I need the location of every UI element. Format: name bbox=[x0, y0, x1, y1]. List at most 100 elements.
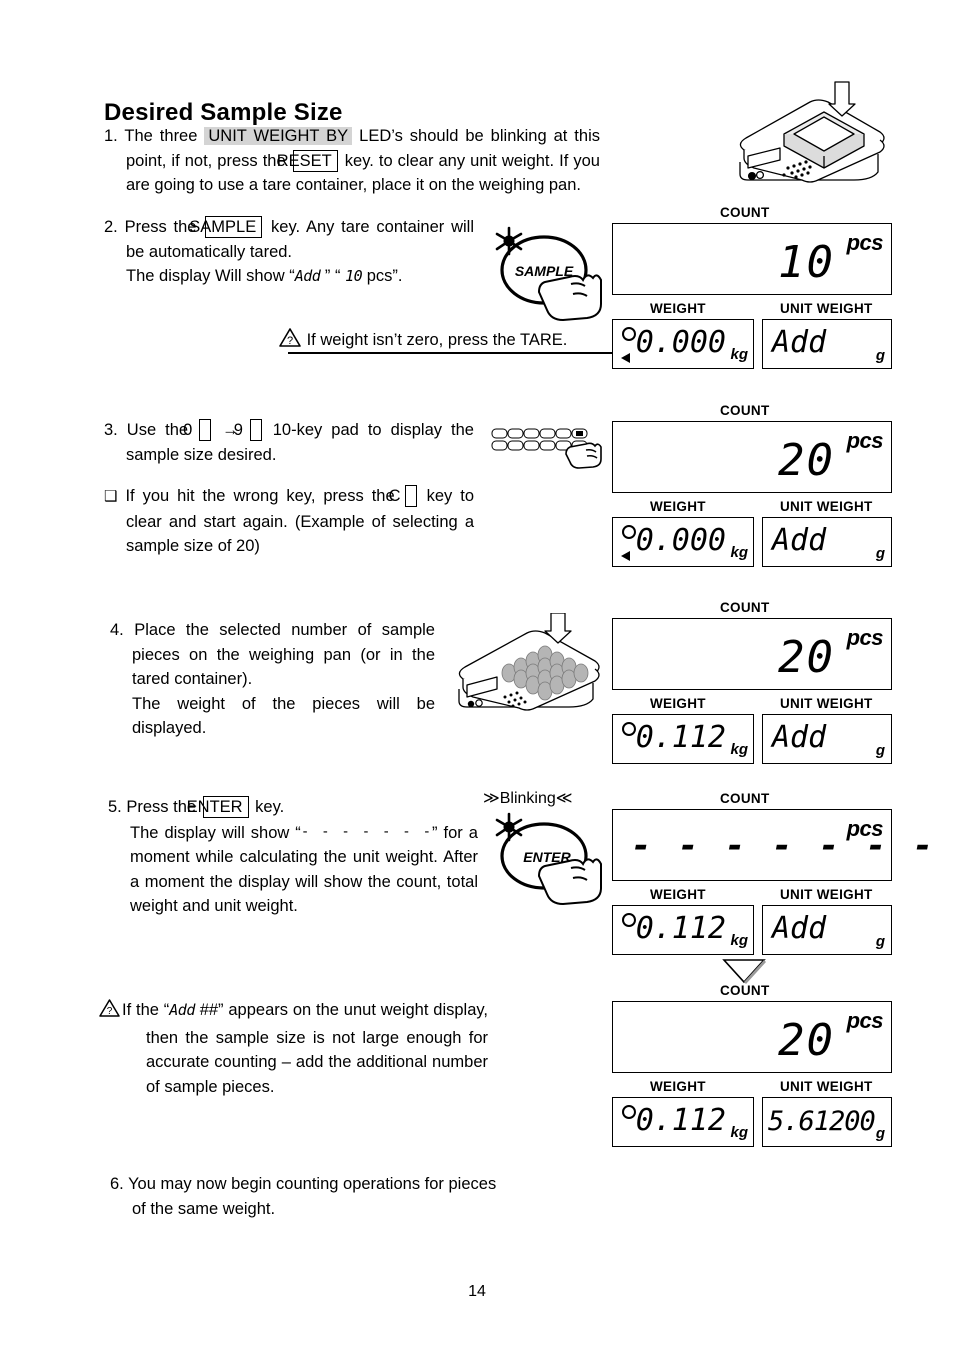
unit-weight-caption: UNIT WEIGHT bbox=[780, 301, 873, 316]
g-unit: g bbox=[875, 742, 885, 759]
step-1-text: 1. The three UNIT WEIGHT BY LED’s should… bbox=[104, 127, 600, 194]
weight-caption: WEIGHT bbox=[650, 1079, 706, 1094]
pcs-unit: pcs bbox=[846, 625, 884, 650]
scale-with-samples-illustration bbox=[443, 612, 608, 718]
count-lcd: 20 pcs bbox=[612, 1001, 892, 1073]
ten-key-pad-illustration bbox=[490, 425, 605, 475]
count-value: 10 bbox=[778, 237, 835, 288]
segment-text-10: 10 bbox=[345, 267, 363, 285]
count-caption: COUNT bbox=[720, 403, 770, 418]
unit-weight-value: Add bbox=[772, 720, 827, 755]
count-lcd: - - - - - - - pcs bbox=[612, 809, 933, 881]
kg-unit: kg bbox=[730, 741, 748, 758]
weight-caption: WEIGHT bbox=[650, 887, 706, 902]
weight-caption: WEIGHT bbox=[650, 499, 706, 514]
count-value: 20 bbox=[778, 435, 835, 486]
segment-text-add-2: Add bbox=[169, 1001, 195, 1019]
svg-text:?: ? bbox=[107, 1006, 113, 1017]
count-value-dashes: - - - - - - - bbox=[631, 826, 937, 866]
display-step2: COUNT 10 pcs WEIGHT UNIT WEIGHT 0.000 kg… bbox=[612, 205, 902, 371]
step-2-number: 2. bbox=[104, 218, 118, 236]
kg-unit: kg bbox=[730, 346, 748, 363]
display-step5-result: COUNT 20 pcs WEIGHT UNIT WEIGHT 0.112 kg… bbox=[612, 983, 902, 1149]
unit-weight-value: 5.61200 bbox=[768, 1106, 876, 1137]
key-9[interactable]: 9 bbox=[234, 419, 262, 441]
unit-weight-value: Add bbox=[772, 523, 827, 558]
zero-indicator bbox=[621, 353, 630, 363]
tare-note: ? If weight isn’t zero, press the TARE. bbox=[278, 327, 567, 355]
note-add-text: ? If the “Add ##” appears on the unut we… bbox=[99, 998, 488, 1099]
enter-key[interactable]: ENTER bbox=[187, 796, 249, 818]
count-lcd: 10 pcs bbox=[612, 223, 892, 295]
pcs-unit: pcs bbox=[846, 1008, 884, 1033]
reset-key[interactable]: RESET bbox=[277, 149, 338, 172]
g-unit: g bbox=[875, 545, 885, 562]
count-caption: COUNT bbox=[720, 983, 770, 998]
sample-button-label: SAMPLE bbox=[515, 263, 574, 279]
tare-note-text: If weight isn’t zero, press the TARE. bbox=[306, 331, 568, 349]
weight-lcd: 0.112 kg bbox=[612, 714, 754, 764]
weight-caption: WEIGHT bbox=[650, 301, 706, 316]
unit-weight-lcd: Add g bbox=[762, 319, 892, 369]
unit-weight-lcd: Add g bbox=[762, 905, 892, 955]
stable-indicator bbox=[622, 525, 636, 539]
unit-weight-caption: UNIT WEIGHT bbox=[780, 1079, 873, 1094]
kg-unit: kg bbox=[730, 1124, 748, 1141]
unit-weight-caption: UNIT WEIGHT bbox=[780, 887, 873, 902]
page-title: Desired Sample Size bbox=[104, 99, 343, 126]
stable-indicator bbox=[622, 913, 636, 927]
step-5-number: 5. bbox=[108, 798, 122, 816]
sample-button-press-illustration: SAMPLE bbox=[487, 222, 607, 327]
g-unit: g bbox=[875, 1125, 885, 1142]
scale-with-tare-container-illustration bbox=[722, 76, 892, 194]
kg-unit: kg bbox=[730, 544, 748, 561]
display-step4: COUNT 20 pcs WEIGHT UNIT WEIGHT 0.112 kg… bbox=[612, 600, 902, 766]
weight-value: 0.000 bbox=[635, 523, 726, 558]
display-step5-calculating: COUNT - - - - - - - pcs WEIGHT UNIT WEIG… bbox=[612, 791, 933, 957]
count-lcd: 20 pcs bbox=[612, 421, 892, 493]
step-4-text: 4. Place the selected number of sample p… bbox=[110, 621, 435, 737]
step-5-text: 5. Press the ENTER key. The display will… bbox=[108, 796, 478, 915]
count-caption: COUNT bbox=[720, 205, 770, 220]
sample-key[interactable]: SAMPLE bbox=[189, 216, 263, 238]
segment-dashes: - - - - - - - bbox=[300, 823, 433, 840]
weight-value: 0.112 bbox=[635, 911, 726, 946]
svg-text:?: ? bbox=[287, 335, 293, 347]
step-1-number: 1. bbox=[104, 127, 118, 145]
count-caption: COUNT bbox=[720, 600, 770, 615]
pcs-unit: pcs bbox=[846, 428, 884, 453]
pcs-unit: pcs bbox=[846, 816, 884, 841]
display-step3: COUNT 20 pcs WEIGHT UNIT WEIGHT 0.000 kg… bbox=[612, 403, 902, 569]
weight-caption: WEIGHT bbox=[650, 696, 706, 711]
clear-key[interactable]: C bbox=[389, 485, 417, 507]
step-2-text: 2. Press the SAMPLE key. Any tare contai… bbox=[104, 216, 474, 285]
blinking-label: ≫Blinking≪ bbox=[483, 790, 573, 807]
key-0[interactable]: 0 bbox=[183, 419, 212, 441]
unit-weight-lcd: Add g bbox=[762, 517, 892, 567]
stable-indicator bbox=[622, 327, 636, 341]
count-value: 20 bbox=[778, 1015, 835, 1066]
stable-indicator bbox=[622, 1105, 636, 1119]
kg-unit: kg bbox=[730, 932, 748, 949]
step-3-text: 3. Use the 0 → 9 10-key pad to display t… bbox=[104, 419, 474, 464]
unit-weight-value: Add bbox=[772, 911, 827, 946]
stable-indicator bbox=[622, 722, 636, 736]
enter-button-press-illustration: ENTER bbox=[487, 808, 607, 908]
step-6-number: 6. bbox=[110, 1175, 124, 1193]
count-lcd: 20 pcs bbox=[612, 618, 892, 690]
unit-weight-value: Add bbox=[772, 325, 827, 360]
weight-value: 0.112 bbox=[635, 720, 726, 755]
pcs-unit: pcs bbox=[846, 230, 884, 255]
step-3-number: 3. bbox=[104, 421, 118, 439]
weight-lcd: 0.000 kg bbox=[612, 517, 754, 567]
weight-lcd: 0.112 kg bbox=[612, 905, 754, 955]
weight-lcd: 0.000 kg bbox=[612, 319, 754, 369]
step-4-number: 4. bbox=[110, 621, 124, 639]
weight-value: 0.000 bbox=[635, 325, 726, 360]
unit-weight-caption: UNIT WEIGHT bbox=[780, 696, 873, 711]
segment-text-add: Add bbox=[294, 267, 321, 285]
bullet-marker: ❑ bbox=[104, 488, 118, 505]
bullet-wrong-key-text: ❑ If you hit the wrong key, press the C … bbox=[104, 485, 475, 555]
unit-weight-caption: UNIT WEIGHT bbox=[780, 499, 873, 514]
manual-page: Desired Sample Size 1. The three UNIT WE… bbox=[0, 0, 954, 1350]
